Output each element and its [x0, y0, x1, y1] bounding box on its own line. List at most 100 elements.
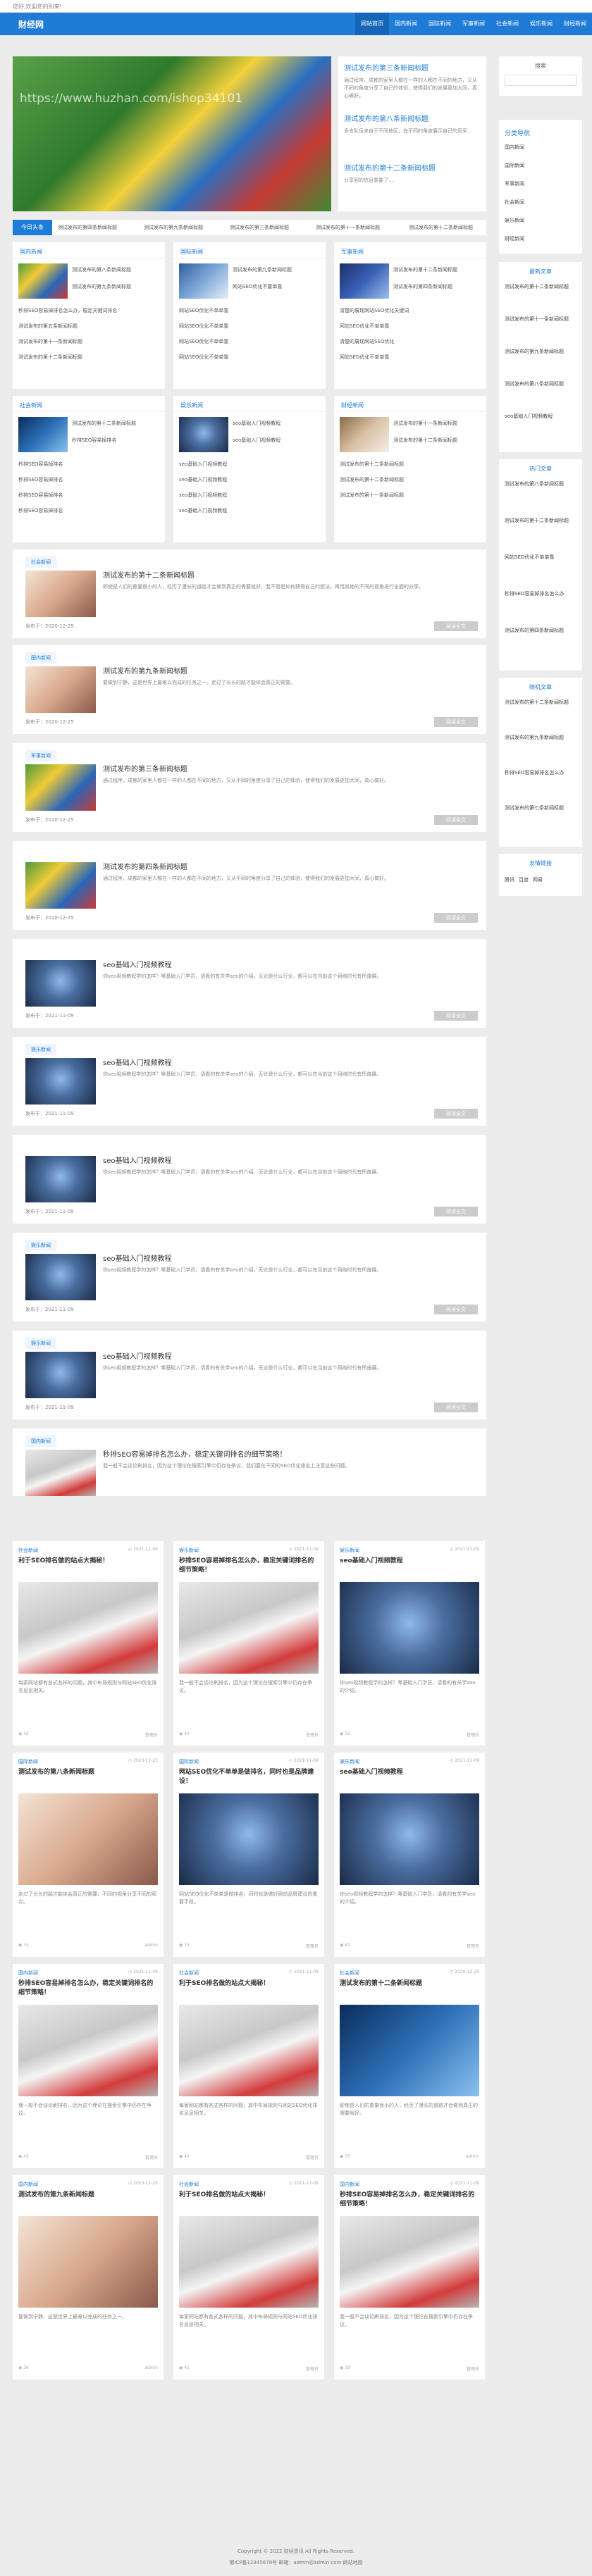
- grid-title[interactable]: 测试发布的第八条新闻标题: [18, 1768, 158, 1777]
- category-link[interactable]: seo基础入门视频教程: [179, 476, 320, 483]
- sidebar-link[interactable]: 秒排SEO容易掉排名怎么办: [505, 769, 576, 777]
- grid-title[interactable]: 利于SEO排名做的站点大揭秘！: [179, 1979, 319, 1989]
- category-link[interactable]: 网站SEO优化不单单靠: [179, 323, 320, 330]
- nav-item-society[interactable]: 社会新闻: [491, 13, 524, 35]
- grid-author[interactable]: 管理员: [467, 1731, 479, 1738]
- article-thumbnail[interactable]: [25, 571, 96, 617]
- category-title[interactable]: 军事新闻: [341, 248, 364, 256]
- grid-thumbnail[interactable]: [18, 2216, 158, 2308]
- category-link[interactable]: 网站SEO优化不要单靠: [233, 283, 320, 290]
- sidebar-link[interactable]: 秒排SEO容易掉排名怎么办: [505, 590, 576, 598]
- nav-item-domestic[interactable]: 国内新闻: [389, 13, 423, 35]
- article-thumbnail[interactable]: [25, 1450, 96, 1496]
- category-title[interactable]: 国际新闻: [180, 248, 203, 256]
- grid-thumbnail[interactable]: [179, 2005, 319, 2096]
- hero-item-title[interactable]: 测试发布的第三条新闻标题: [344, 62, 481, 73]
- read-more-button[interactable]: 阅读全文: [434, 1207, 478, 1217]
- ticker-item[interactable]: 测试发布的第十二条新闻标题: [409, 224, 473, 231]
- article-category-tag[interactable]: 娱乐新闻: [25, 1338, 56, 1349]
- ticker-item[interactable]: 测试发布的第三条新闻标题: [230, 224, 289, 231]
- article-thumbnail[interactable]: [25, 1254, 96, 1300]
- sidebar-link[interactable]: 国内新闻: [505, 144, 576, 151]
- grid-title[interactable]: 秒排SEO容易掉排名怎么办，稳定关键词排名的细节策略！: [179, 1557, 319, 1575]
- grid-category-tag[interactable]: 国内新闻: [18, 2181, 38, 2188]
- category-link[interactable]: 清楚的展现网站SEO优化关键词: [340, 307, 481, 314]
- article-thumbnail[interactable]: [25, 1058, 96, 1105]
- site-logo[interactable]: 财经网: [18, 18, 44, 30]
- read-more-button[interactable]: 阅读全文: [434, 1109, 478, 1119]
- read-more-button[interactable]: 阅读全文: [434, 913, 478, 923]
- category-thumbnail[interactable]: [340, 417, 389, 452]
- category-link[interactable]: 测试发布的第十一条新闻标题: [340, 492, 481, 499]
- category-link[interactable]: 测试发布的第十二条新闻标题: [393, 437, 481, 444]
- sidebar-link[interactable]: 测试发布的第十二条新闻标题: [505, 283, 576, 291]
- grid-title[interactable]: 秒排SEO容易掉排名怎么办，稳定关键词排名的细节策略！: [340, 2191, 479, 2209]
- hero-item-title[interactable]: 测试发布的第八条新闻标题: [344, 113, 481, 123]
- category-link[interactable]: 秒排SEO容易掉排名: [18, 461, 159, 468]
- read-more-button[interactable]: 阅读全文: [434, 1305, 478, 1314]
- sidebar-link[interactable]: 娱乐新闻: [505, 217, 576, 225]
- read-more-button[interactable]: 阅读全文: [434, 621, 478, 631]
- article-category-tag[interactable]: 国内新闻: [25, 1436, 56, 1447]
- category-link[interactable]: 网站SEO优化不单单靠: [340, 323, 481, 330]
- grid-thumbnail[interactable]: [179, 1582, 319, 1674]
- article-category-tag[interactable]: 社会新闻: [25, 556, 56, 568]
- grid-author[interactable]: 管理员: [306, 1731, 319, 1738]
- grid-thumbnail[interactable]: [340, 2005, 479, 2096]
- grid-thumbnail[interactable]: [179, 1793, 319, 1885]
- article-title[interactable]: 测试发布的第九条新闻标题: [103, 665, 187, 676]
- nav-item-finance[interactable]: 财经新闻: [558, 13, 592, 35]
- sidebar-link[interactable]: 测试发布的第七条新闻标题: [505, 804, 576, 812]
- ticker-item[interactable]: 测试发布的第九条新闻标题: [144, 224, 203, 231]
- grid-author[interactable]: 管理员: [145, 2154, 158, 2160]
- category-link[interactable]: 测试发布的第九条新闻标题: [72, 283, 159, 290]
- friend-link[interactable]: 腾讯: [505, 876, 514, 883]
- grid-author[interactable]: admin: [144, 1943, 158, 1948]
- article-thumbnail[interactable]: [25, 960, 96, 1007]
- grid-author[interactable]: admin: [466, 2154, 479, 2159]
- grid-category-tag[interactable]: 国内新闻: [340, 2181, 359, 2188]
- category-thumbnail[interactable]: [179, 417, 228, 452]
- sidebar-link[interactable]: 测试发布的第九条新闻标题: [505, 734, 576, 742]
- nav-item-military[interactable]: 军事新闻: [457, 13, 491, 35]
- grid-title[interactable]: seo基础入门视频教程: [340, 1768, 479, 1777]
- article-thumbnail[interactable]: [25, 862, 96, 909]
- hero-item[interactable]: 测试发布的第十二条新闻标题 分享到的信息重要了...: [344, 162, 481, 185]
- grid-author[interactable]: admin: [144, 2365, 158, 2370]
- grid-thumbnail[interactable]: [340, 1793, 479, 1885]
- sidebar-link[interactable]: 测试发布的第八条新闻标题: [505, 480, 576, 488]
- sidebar-link[interactable]: 社会新闻: [505, 199, 576, 206]
- category-link[interactable]: 测试发布的第九条新闻标题: [233, 266, 320, 273]
- grid-thumbnail[interactable]: [340, 2216, 479, 2308]
- grid-author[interactable]: 管理员: [145, 1731, 158, 1738]
- category-link[interactable]: seo基础入门视频教程: [179, 461, 320, 468]
- grid-category-tag[interactable]: 国际新闻: [179, 1758, 199, 1765]
- category-link[interactable]: 秒排SEO容易掉排名怎么办，稳定关键词排名: [18, 307, 159, 314]
- footer-icp[interactable]: 蜀ICP备12345678号 邮箱：admin@admin.com 网站地图: [0, 2555, 592, 2566]
- category-link[interactable]: 网站SEO优化不单单靠: [340, 354, 481, 361]
- hero-item[interactable]: 测试发布的第八条新闻标题 多支队伍来自于不同地区，在不同的角度展示自己的风采..…: [344, 113, 481, 135]
- grid-category-tag[interactable]: 社会新闻: [18, 1547, 38, 1554]
- category-link[interactable]: 测试发布的第十二条新闻标题: [393, 266, 481, 273]
- grid-thumbnail[interactable]: [18, 2005, 158, 2096]
- sidebar-link[interactable]: seo基础入门视频教程: [505, 413, 576, 421]
- category-title[interactable]: 娱乐新闻: [180, 402, 203, 409]
- category-link[interactable]: 测试发布的第十一条新闻标题: [393, 420, 481, 427]
- grid-category-tag[interactable]: 社会新闻: [179, 1970, 199, 1977]
- sidebar-link[interactable]: 测试发布的第四条新闻标题: [505, 627, 576, 635]
- grid-title[interactable]: 测试发布的第九条新闻标题: [18, 2191, 158, 2200]
- category-link[interactable]: 测试发布的第十二条新闻标题: [72, 420, 159, 427]
- grid-category-tag[interactable]: 社会新闻: [179, 2181, 199, 2188]
- sidebar-link[interactable]: 测试发布的第十二条新闻标题: [505, 517, 576, 525]
- nav-item-home[interactable]: 网站首页: [355, 13, 389, 35]
- article-title[interactable]: 测试发布的第十二条新闻标题: [103, 569, 195, 580]
- category-link[interactable]: 网站SEO优化不单单靠: [179, 307, 320, 314]
- category-thumbnail[interactable]: [18, 417, 68, 452]
- nav-item-entertainment[interactable]: 娱乐新闻: [524, 13, 558, 35]
- article-title[interactable]: seo基础入门视频教程: [103, 1057, 171, 1067]
- hero-image[interactable]: https://www.huzhan.com/ishop34101: [13, 56, 331, 211]
- sidebar-link[interactable]: 网站SEO优化不单单靠: [505, 554, 576, 561]
- grid-title[interactable]: 利于SEO排名做的站点大揭秘！: [179, 2191, 319, 2200]
- article-title[interactable]: seo基础入门视频教程: [103, 1252, 171, 1263]
- article-thumbnail[interactable]: [25, 1352, 96, 1398]
